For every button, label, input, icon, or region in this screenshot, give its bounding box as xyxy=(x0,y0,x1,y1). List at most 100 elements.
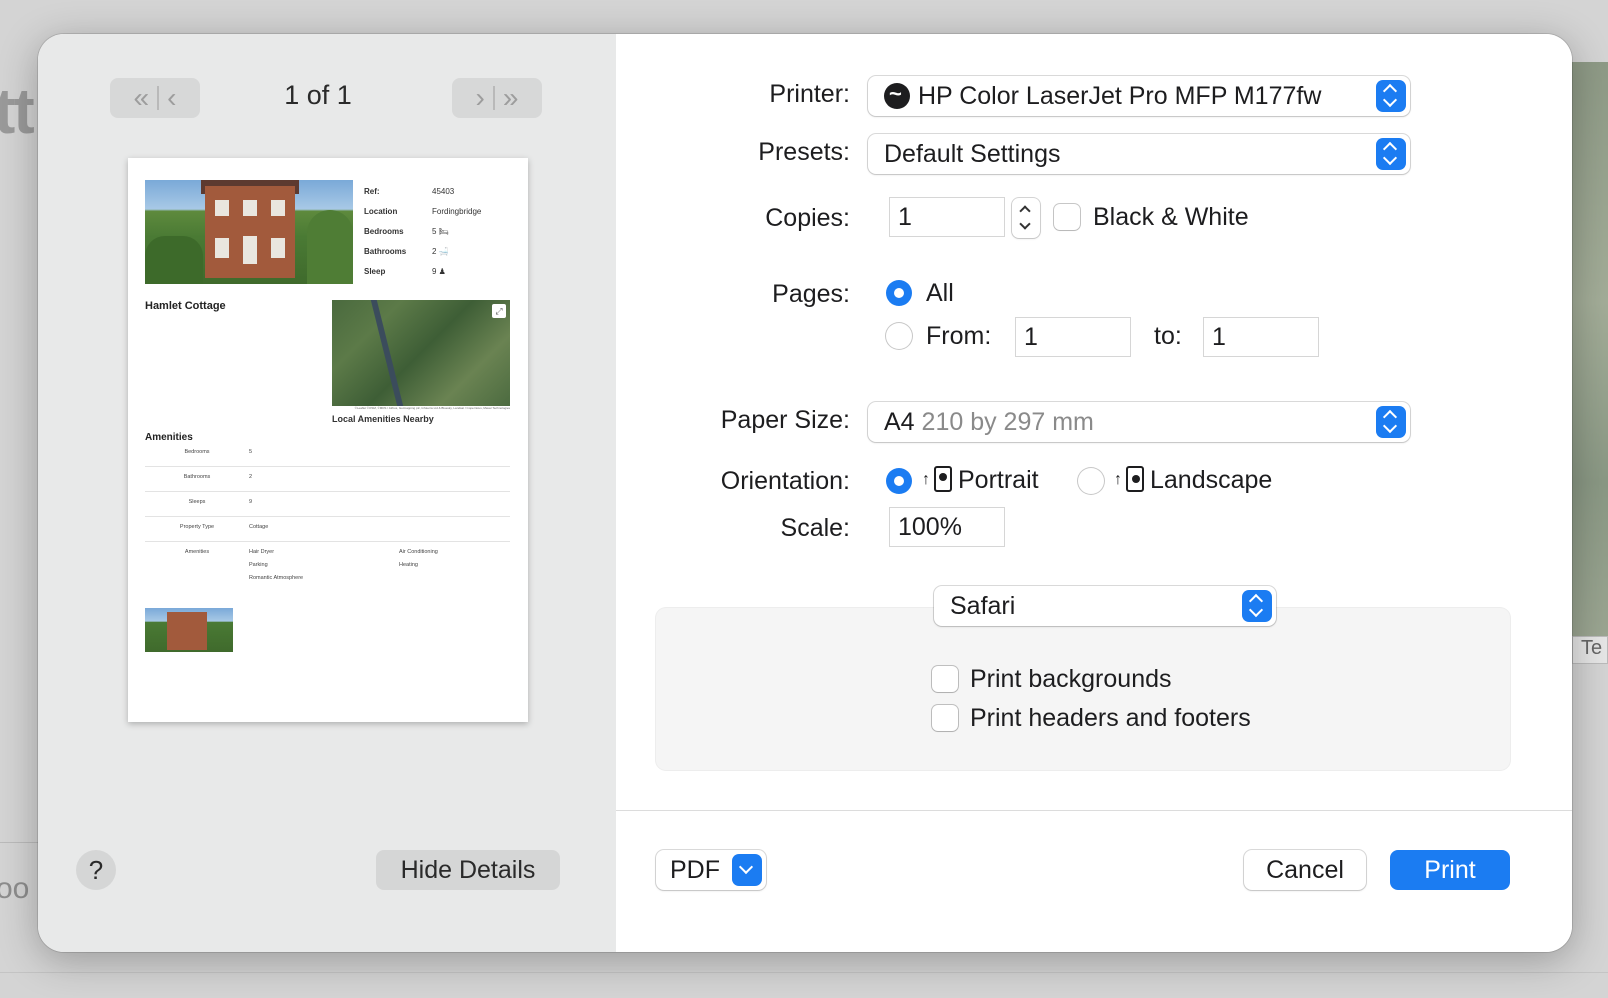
select-arrows-icon xyxy=(1376,406,1406,438)
photo-window xyxy=(271,200,285,216)
print-headers-checkbox[interactable] xyxy=(932,705,958,731)
portrait-radio[interactable] xyxy=(886,468,912,494)
nav-separator xyxy=(157,86,160,110)
landscape-radio[interactable] xyxy=(1078,468,1104,494)
list-item: Hair Dryer xyxy=(249,549,275,555)
chevron-down-icon xyxy=(732,854,762,886)
list-item xyxy=(399,575,509,581)
pages-all-radio[interactable] xyxy=(886,280,912,306)
info-row: Sleep 9 ♟ xyxy=(364,262,512,282)
printer-select[interactable]: HP Color LaserJet Pro MFP M177fw xyxy=(868,74,1410,116)
app-options-select[interactable]: Safari xyxy=(934,586,1276,626)
info-row: Location Fordingbridge xyxy=(364,202,512,222)
orientation-label: Orientation: xyxy=(720,467,850,495)
help-button[interactable]: ? xyxy=(76,850,116,890)
paper-dimensions: 210 by 297 mm xyxy=(921,408,1094,436)
table-key: Property Type xyxy=(179,524,215,530)
nav-separator xyxy=(492,86,495,110)
pages-label: Pages: xyxy=(772,280,850,308)
arrow-up-icon: ↑ xyxy=(922,471,930,488)
increment-icon[interactable] xyxy=(1019,205,1031,217)
scale-label: Scale: xyxy=(780,514,850,542)
map-thumbnail: ⤢ xyxy=(332,300,510,406)
table-value: 2 xyxy=(249,474,253,480)
hide-details-button[interactable]: Hide Details xyxy=(376,850,560,890)
info-key: Ref: xyxy=(364,187,380,196)
info-value: 45403 xyxy=(432,187,455,196)
list-item: Parking xyxy=(249,562,268,568)
pages-to-label: to: xyxy=(1154,322,1182,350)
portrait-icon: ↑ xyxy=(922,466,952,492)
amenities-table: Bedrooms 5 Bathrooms 2 Sleeps 9 Property Ty… xyxy=(145,442,510,581)
property-info: Ref: 45403 Location Fordingbridge Bedrooms… xyxy=(364,182,512,282)
next-page-buttons[interactable]: › » xyxy=(452,78,542,118)
photo-door xyxy=(243,236,257,264)
page-figure-icon xyxy=(934,466,952,492)
to-field[interactable]: 1 xyxy=(1204,318,1318,356)
table-key: Amenities xyxy=(184,549,210,555)
map-credit: ©Leaflet ©OSM, ©MDS / Airbus, Getmapping… xyxy=(354,406,510,410)
property-title: Hamlet Cottage xyxy=(145,300,226,312)
photo-shrub xyxy=(145,236,203,284)
paper-size-label: Paper Size: xyxy=(720,406,850,434)
footer-divider xyxy=(616,810,1572,811)
arrow-up-icon: ↑ xyxy=(1114,471,1122,488)
info-key: Bedrooms xyxy=(364,227,404,236)
decrement-icon[interactable] xyxy=(1019,218,1031,230)
last-page-icon[interactable]: » xyxy=(503,82,519,114)
info-value: 5 🛏 xyxy=(432,227,449,236)
table-row: Amenities Hair Dryer Air Conditioning Pa… xyxy=(145,542,510,581)
pdf-menu-button[interactable]: PDF xyxy=(656,850,766,890)
first-page-icon[interactable]: « xyxy=(134,82,150,114)
list-item: Air Conditioning xyxy=(399,549,438,555)
scale-field[interactable]: 100% xyxy=(890,508,1004,546)
paper-size-value: A4 xyxy=(884,408,915,436)
info-value: Fordingbridge xyxy=(432,207,482,216)
info-row: Bathrooms 2 🛁 xyxy=(364,242,512,262)
table-row: Sleeps 9 xyxy=(145,492,510,517)
presets-select[interactable]: Default Settings xyxy=(868,134,1410,174)
black-white-checkbox[interactable] xyxy=(1054,204,1080,230)
copies-label: Copies: xyxy=(765,204,850,232)
pages-from-label: From: xyxy=(926,322,992,350)
pages-from-radio[interactable] xyxy=(886,323,912,349)
next-page-icon[interactable]: › xyxy=(476,82,485,114)
portrait-option[interactable]: ↑ Portrait xyxy=(922,466,1039,495)
photo-window xyxy=(215,238,229,258)
table-row: Bedrooms 5 xyxy=(145,442,510,467)
list-item: Heating xyxy=(399,562,418,568)
background-text-fragment: oo xyxy=(0,872,30,905)
copies-stepper[interactable] xyxy=(1012,198,1040,238)
copies-field[interactable]: 1 xyxy=(890,198,1004,236)
prev-page-icon[interactable]: ‹ xyxy=(167,82,176,114)
presets-value: Default Settings xyxy=(884,140,1061,168)
portrait-label: Portrait xyxy=(958,466,1039,494)
print-headers-label: Print headers and footers xyxy=(970,704,1251,732)
print-backgrounds-checkbox[interactable] xyxy=(932,666,958,692)
info-key: Bathrooms xyxy=(364,247,407,256)
landscape-option[interactable]: ↑ Landscape xyxy=(1114,466,1272,495)
cancel-button[interactable]: Cancel xyxy=(1244,850,1366,890)
photo-window xyxy=(243,200,257,216)
prev-page-buttons[interactable]: « ‹ xyxy=(110,78,200,118)
background-divider xyxy=(0,972,1608,973)
table-key: Bathrooms xyxy=(183,474,211,480)
table-key: Bedrooms xyxy=(184,449,210,455)
map-caption: Local Amenities Nearby xyxy=(332,414,434,424)
page-preview: Ref: 45403 Location Fordingbridge Bedrooms… xyxy=(128,158,528,722)
select-arrows-icon xyxy=(1376,138,1406,170)
table-value: 9 xyxy=(249,499,253,505)
from-field[interactable]: 1 xyxy=(1016,318,1130,356)
page-figure-icon xyxy=(1126,466,1144,492)
map-river xyxy=(370,300,404,406)
background-divider xyxy=(0,842,40,843)
black-white-label: Black & White xyxy=(1093,203,1249,231)
property-photo xyxy=(145,180,353,284)
table-key: Sleeps xyxy=(188,499,206,505)
print-button[interactable]: Print xyxy=(1390,850,1510,890)
settings-pane: Printer: HP Color LaserJet Pro MFP M177f… xyxy=(616,34,1572,952)
background-map-tab: Te xyxy=(1572,636,1608,664)
info-row: Bedrooms 5 🛏 xyxy=(364,222,512,242)
paper-size-select[interactable]: A4 210 by 297 mm xyxy=(868,402,1410,442)
table-value: Cottage xyxy=(249,524,269,530)
